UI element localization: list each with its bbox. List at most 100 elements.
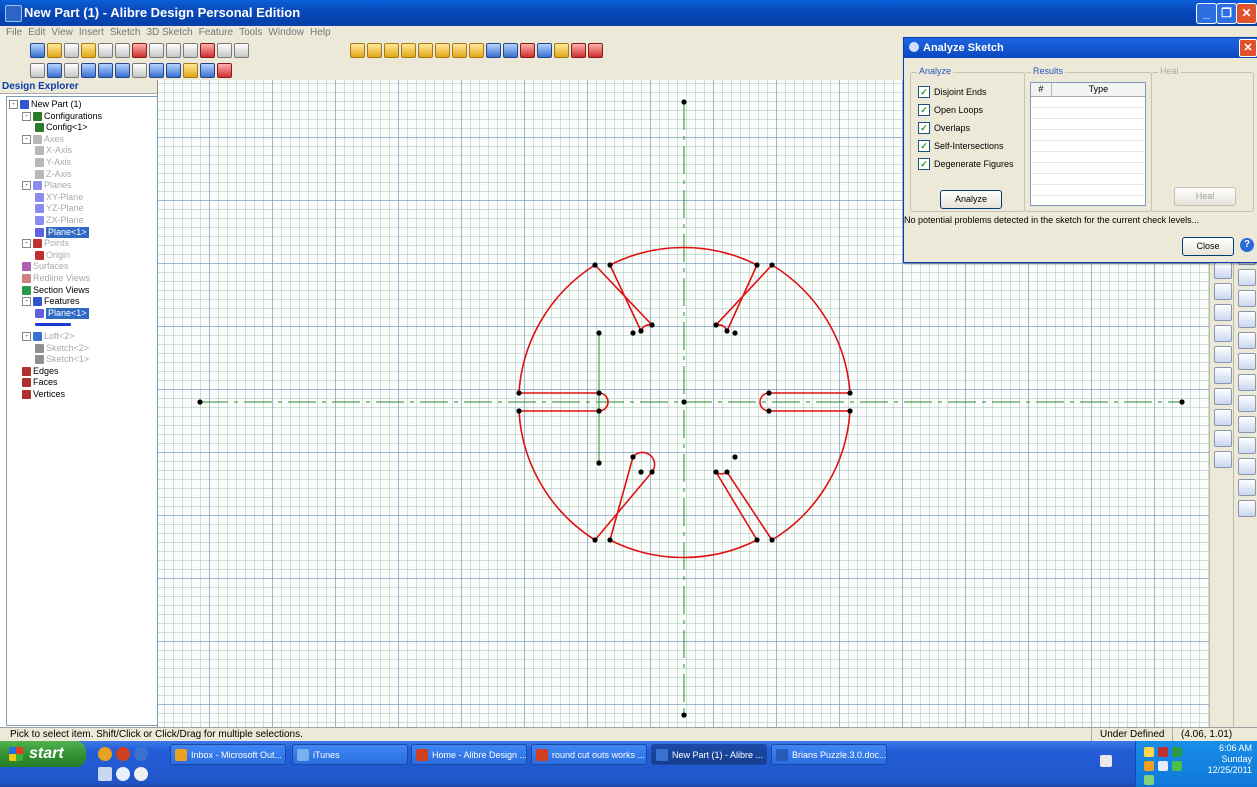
- sketch-point-31[interactable]: [754, 537, 760, 543]
- tray-volume-icon[interactable]: [1158, 761, 1168, 771]
- menu-item-window[interactable]: Window: [268, 26, 304, 40]
- sketch-side-tool-10-icon[interactable]: [1214, 451, 1232, 468]
- quicklaunch-app-icon[interactable]: [116, 747, 130, 761]
- tree-item[interactable]: Sketch<1>: [35, 354, 89, 365]
- sketch-point-19[interactable]: [638, 328, 644, 334]
- checkbox[interactable]: ✓: [918, 158, 930, 170]
- menu-item-sketch[interactable]: Sketch: [110, 26, 141, 40]
- check-self-intersections[interactable]: ✓ Self-Intersections: [918, 140, 1004, 152]
- quicklaunch-ie-icon[interactable]: [134, 747, 148, 761]
- sketch-point-12[interactable]: [847, 390, 853, 396]
- sketch-tool-11-icon[interactable]: [520, 43, 535, 58]
- tray-sync-icon[interactable]: [1144, 775, 1154, 785]
- sketch-point-9[interactable]: [516, 408, 522, 414]
- taskbar-button[interactable]: Home - Alibre Design ...: [411, 744, 527, 765]
- quicklaunch-firefox-icon[interactable]: [98, 747, 112, 761]
- tree-item[interactable]: [35, 319, 71, 330]
- taskbar-button[interactable]: round cut outs works ...: [531, 744, 647, 765]
- slot-cutout-3[interactable]: [594, 264, 655, 334]
- taskbar-button[interactable]: New Part (1) - Alibre ...: [651, 744, 767, 765]
- tray-help-icon[interactable]: [1100, 755, 1112, 767]
- standard-tool-6-icon[interactable]: [115, 43, 130, 58]
- standard-tool-10-icon[interactable]: [183, 43, 198, 58]
- sketch-tool-10-icon[interactable]: [503, 43, 518, 58]
- view-tool-11-icon[interactable]: [200, 63, 215, 78]
- view-tool-5-icon[interactable]: [98, 63, 113, 78]
- quicklaunch-help-icon[interactable]: [116, 767, 130, 781]
- sketch-point-30[interactable]: [649, 469, 655, 475]
- menu-item-file[interactable]: File: [6, 26, 22, 40]
- tree-item[interactable]: - Planes: [22, 180, 72, 191]
- standard-tool-3-icon[interactable]: [64, 43, 79, 58]
- sketch-side-tool-1-icon[interactable]: [1214, 262, 1232, 279]
- view-tool-4-icon[interactable]: [81, 63, 96, 78]
- taskbar-button[interactable]: iTunes: [292, 744, 408, 765]
- feature-side-tool-8-icon[interactable]: [1238, 395, 1256, 412]
- sketch-point-18[interactable]: [630, 330, 636, 336]
- standard-tool-12-icon[interactable]: [217, 43, 232, 58]
- sketch-side-tool-3-icon[interactable]: [1214, 304, 1232, 321]
- menu-item-feature[interactable]: Feature: [199, 26, 233, 40]
- tree-item[interactable]: - Axes: [22, 134, 64, 145]
- feature-side-tool-6-icon[interactable]: [1238, 353, 1256, 370]
- tree-expander-icon[interactable]: -: [22, 239, 31, 249]
- menu-item-help[interactable]: Help: [310, 26, 331, 40]
- view-tool-6-icon[interactable]: [115, 63, 130, 78]
- close-button[interactable]: Close: [1182, 237, 1234, 256]
- tree-item[interactable]: Faces: [22, 377, 58, 388]
- tree-item[interactable]: Plane<1>: [35, 307, 89, 319]
- tree-item[interactable]: Vertices: [22, 389, 65, 400]
- sketch-tool-7-icon[interactable]: [452, 43, 467, 58]
- tree-item[interactable]: Plane<1>: [35, 226, 89, 238]
- sketch-point-33[interactable]: [713, 469, 719, 475]
- tree-item[interactable]: - Points: [22, 238, 69, 249]
- view-tool-9-icon[interactable]: [166, 63, 181, 78]
- feature-side-tool-3-icon[interactable]: [1238, 290, 1256, 307]
- tree-item[interactable]: Origin: [35, 250, 70, 261]
- tree-item[interactable]: Redline Views: [22, 273, 90, 284]
- view-tool-8-icon[interactable]: [149, 63, 164, 78]
- sketch-tool-12-icon[interactable]: [537, 43, 552, 58]
- tree-item[interactable]: XY-Plane: [35, 192, 83, 203]
- standard-tool-11-icon[interactable]: [200, 43, 215, 58]
- checkbox[interactable]: ✓: [918, 140, 930, 152]
- standard-tool-9-icon[interactable]: [166, 43, 181, 58]
- sketch-side-tool-8-icon[interactable]: [1214, 409, 1232, 426]
- menu-item-insert[interactable]: Insert: [79, 26, 104, 40]
- tray-update-icon[interactable]: [1172, 747, 1182, 757]
- tree-item[interactable]: YZ-Plane: [35, 203, 84, 214]
- sketch-point-7[interactable]: [596, 460, 602, 466]
- sketch-point-29[interactable]: [638, 469, 644, 475]
- circle-arc-3[interactable]: [771, 410, 851, 541]
- standard-tool-7-icon[interactable]: [132, 43, 147, 58]
- sketch-tool-14-icon[interactable]: [571, 43, 586, 58]
- menu-item-edit[interactable]: Edit: [28, 26, 45, 40]
- tray-app-icon[interactable]: [1144, 761, 1154, 771]
- check-open-loops[interactable]: ✓ Open Loops: [918, 104, 983, 116]
- sketch-point-24[interactable]: [724, 328, 730, 334]
- sketch-tool-3-icon[interactable]: [384, 43, 399, 58]
- tree-item[interactable]: Section Views: [22, 285, 89, 296]
- analyze-button[interactable]: Analyze: [940, 190, 1002, 209]
- minimize-button[interactable]: _: [1196, 3, 1217, 24]
- menu-item-view[interactable]: View: [51, 26, 73, 40]
- tree-expander-icon[interactable]: -: [22, 181, 31, 191]
- tree-item[interactable]: Surfaces: [22, 261, 69, 272]
- sketch-side-tool-5-icon[interactable]: [1214, 346, 1232, 363]
- circle-arc-6[interactable]: [518, 264, 596, 394]
- sketch-point-21[interactable]: [754, 262, 760, 268]
- sketch-point-5[interactable]: [681, 399, 687, 405]
- tree-item[interactable]: ZX-Plane: [35, 215, 84, 226]
- tree-item[interactable]: X-Axis: [35, 145, 72, 156]
- tree-item[interactable]: Y-Axis: [35, 157, 71, 168]
- sketch-point-32[interactable]: [769, 537, 775, 543]
- standard-tool-2-icon[interactable]: [47, 43, 62, 58]
- heal-button[interactable]: Heal: [1174, 187, 1236, 206]
- dialog-close-icon[interactable]: ✕: [1239, 39, 1257, 57]
- sketch-point-13[interactable]: [847, 408, 853, 414]
- sketch-point-2[interactable]: [1179, 399, 1185, 405]
- menu-item-tools[interactable]: Tools: [239, 26, 262, 40]
- sketch-side-tool-6-icon[interactable]: [1214, 367, 1232, 384]
- sketch-tool-15-icon[interactable]: [588, 43, 603, 58]
- view-tool-10-icon[interactable]: [183, 63, 198, 78]
